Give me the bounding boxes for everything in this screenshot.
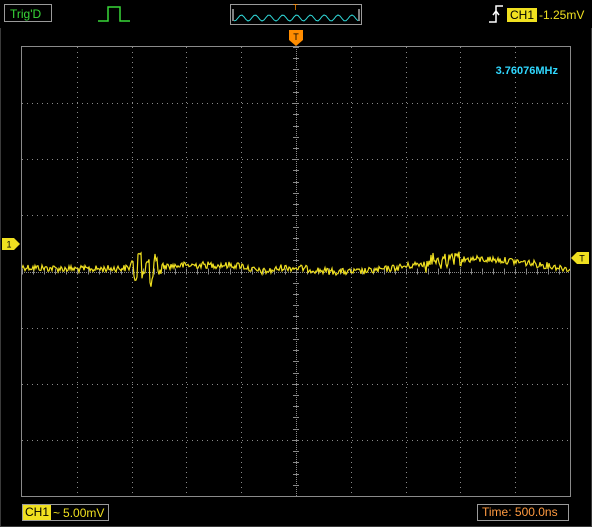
horizontal-trigger-label: T (293, 32, 299, 42)
channel1-volts-per-div: 5.00mV (63, 505, 105, 520)
trigger-level-marker-label: T (579, 254, 585, 264)
channel1-scale-box[interactable]: CH1 ~ 5.00mV (22, 504, 110, 521)
bottom-status-bar: CH1 ~ 5.00mV Time: 500.0ns (0, 500, 592, 527)
rising-edge-icon (489, 5, 503, 23)
trigger-level-readout: -1.25mV (539, 8, 585, 22)
grid-lines (22, 47, 570, 496)
frequency-readout: 3.76076MHz (495, 65, 558, 77)
pulse-icon (98, 6, 130, 22)
status-bar: Trig'D T CH1 -1.25mV (0, 0, 592, 28)
timebase-window-marker: T (293, 3, 298, 12)
horizontal-trigger-marker[interactable]: T (289, 30, 303, 46)
trigger-source-badge: CH1 (507, 8, 538, 22)
trigger-status-badge: Trig'D (4, 4, 52, 22)
graticule (22, 47, 570, 496)
timebase-window-indicator[interactable]: T (230, 3, 362, 25)
ac-coupling-icon: ~ (53, 505, 61, 520)
channel1-label: CH1 (23, 505, 52, 520)
channel1-offset-marker[interactable]: 1 (2, 237, 20, 250)
channel1-marker-label: 1 (6, 240, 11, 250)
timebase-scale-box[interactable]: Time: 500.0ns (477, 504, 569, 521)
trigger-level-marker[interactable]: T (571, 251, 589, 264)
waveform-display[interactable]: 3.76076MHz (21, 46, 571, 497)
